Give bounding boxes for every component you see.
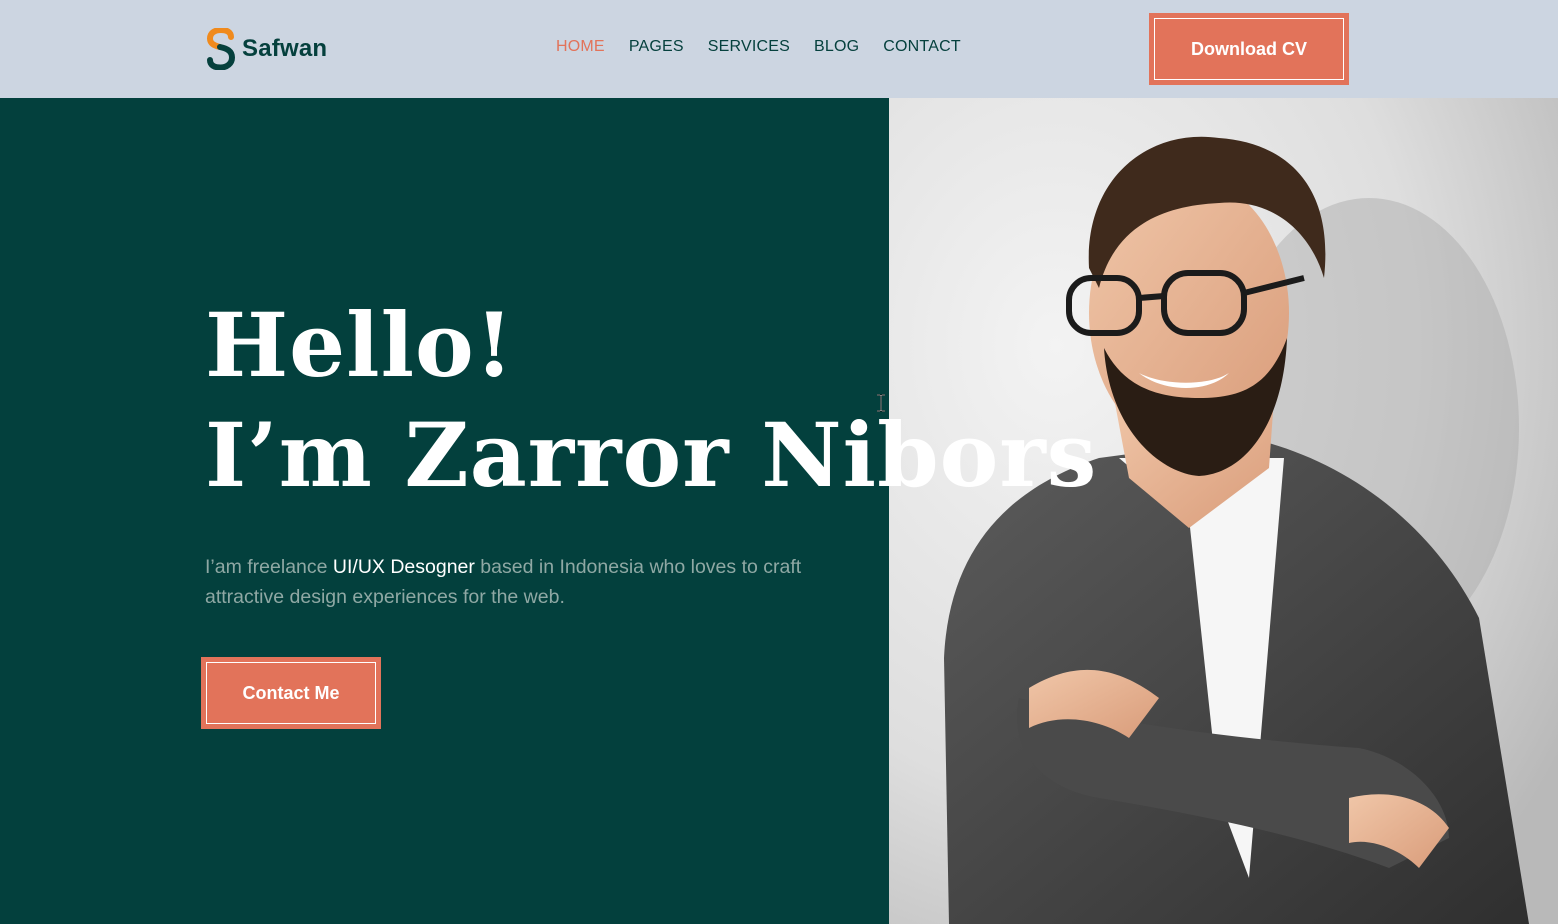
page: Safwan HOME PAGES SERVICES BLOG CONTACT … [0,0,1558,924]
nav-item-home: HOME [556,38,605,56]
intro-highlight: UI/UX Desogner [332,556,475,578]
intro-text-1: I’am freelance [205,556,333,578]
portrait-illustration [889,98,1558,924]
hero-panel [0,98,889,924]
brand-name: Safwan [242,35,328,62]
s-logo-icon [206,28,236,70]
hero-headline: Hello! I’m Zarror Nibors [205,290,1097,510]
nav-link-services[interactable]: SERVICES [708,38,790,55]
hero-intro: I’am freelance UI/UX Desogner based in I… [205,552,875,612]
nav-link-contact[interactable]: CONTACT [883,38,961,55]
nav-link-pages[interactable]: PAGES [629,38,684,55]
site-header: Safwan HOME PAGES SERVICES BLOG CONTACT … [0,0,1558,98]
headline-line-1: Hello! [205,293,515,397]
nav-item-pages: PAGES [629,38,684,56]
main-nav: HOME PAGES SERVICES BLOG CONTACT [556,38,961,56]
brand-logo[interactable]: Safwan [205,28,327,70]
nav-item-contact: CONTACT [883,38,961,56]
text-cursor-icon [877,394,885,412]
nav-link-blog[interactable]: BLOG [814,38,859,55]
nav-item-services: SERVICES [708,38,790,56]
download-cv-button[interactable]: Download CV [1149,13,1349,85]
download-cv-label: Download CV [1154,18,1344,80]
contact-me-button[interactable]: Contact Me [201,657,381,729]
portrait-photo [889,98,1558,924]
headline-line-2: I’m Zarror Nibors [205,403,1098,507]
nav-link-home[interactable]: HOME [556,38,605,55]
contact-me-label: Contact Me [206,662,376,724]
nav-item-blog: BLOG [814,38,859,56]
